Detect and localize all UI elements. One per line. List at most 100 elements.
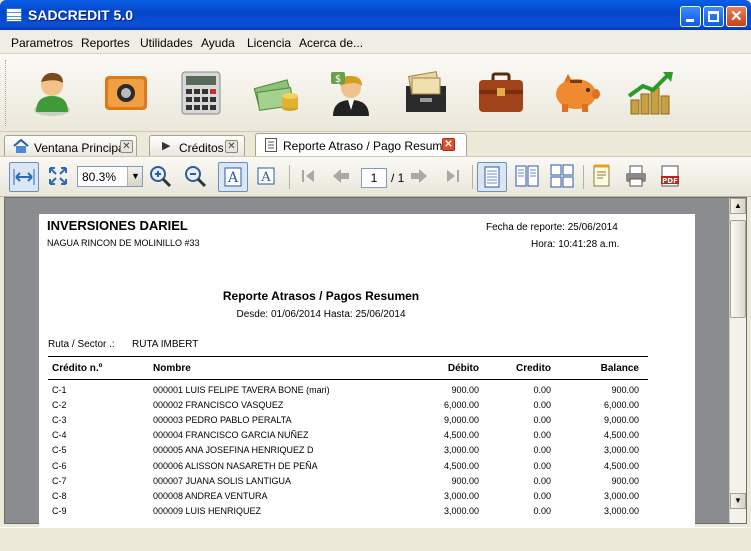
tab-creditos[interactable]: ▶ Créditos ✕: [149, 135, 245, 156]
chevron-down-icon: ▼: [131, 171, 140, 181]
single-page-icon: [484, 166, 500, 188]
single-page-view-button[interactable]: [477, 162, 507, 192]
cell-name: 000005 ANA JOSEFINA HENRIQUEZ D: [153, 445, 314, 456]
cell-credit: C-6: [52, 460, 67, 471]
cell-name: 000002 FRANCISCO VASQUEZ: [153, 400, 284, 411]
home-icon: [13, 139, 29, 153]
zoom-in-icon: [150, 166, 172, 188]
page-number-input[interactable]: 1: [361, 168, 387, 188]
file-cabinet-icon[interactable]: [400, 66, 452, 118]
cell-name: 000003 PEDRO PABLO PERALTA: [153, 415, 292, 426]
page-setup-button[interactable]: [588, 162, 618, 192]
first-page-button[interactable]: [294, 162, 324, 192]
column-header-credit: Crédito n.º: [52, 363, 103, 374]
calculator-icon[interactable]: [175, 66, 227, 118]
viewer-toolbar: 80.3% ▼ A A 1 / 1 PDF: [0, 156, 751, 197]
cell-name: 000004 FRANCISCO GARCIA NUÑEZ: [153, 430, 309, 441]
tab-ventana-principal[interactable]: Ventana Principal ✕: [4, 135, 137, 156]
zoom-select[interactable]: 80.3% ▼: [77, 166, 143, 187]
svg-text:A: A: [260, 170, 271, 185]
scroll-thumb[interactable]: [730, 220, 746, 318]
printer-icon: [626, 165, 646, 187]
cell-credit: C-4: [52, 430, 67, 441]
zoom-out-button[interactable]: [181, 162, 211, 192]
two-page-icon: [515, 165, 539, 187]
menu-utilidades[interactable]: Utilidades: [140, 36, 193, 50]
spreadsheet-icon: [6, 8, 22, 22]
arrow-left-icon: [333, 169, 349, 183]
report-date: Fecha de reporte: 25/06/2014: [486, 222, 618, 233]
cell-name: 000007 JUANA SOLIS LANTIGUA: [153, 475, 292, 486]
maximize-button[interactable]: [703, 6, 724, 27]
vertical-scrollbar[interactable]: ▲ ▼: [729, 198, 746, 523]
column-header-balance: Balance: [600, 363, 639, 374]
close-tab-icon[interactable]: ✕: [120, 140, 133, 153]
close-icon: ✕: [730, 8, 743, 25]
menu-acerca[interactable]: Acerca de...: [299, 36, 363, 50]
tab-reporte-atraso[interactable]: Reporte Atraso / Pago Resumen ✕: [255, 133, 467, 156]
businessman-money-icon[interactable]: $: [325, 66, 377, 118]
close-tab-icon[interactable]: ✕: [225, 140, 238, 153]
toolbar-grip[interactable]: [5, 60, 8, 126]
company-name: INVERSIONES DARIEL: [47, 218, 188, 233]
briefcase-icon[interactable]: [475, 66, 527, 118]
page-setup-icon: [593, 164, 610, 187]
scroll-down-icon[interactable]: ▼: [730, 493, 746, 509]
cell-balance: 3,000.00: [603, 445, 639, 456]
cell-credit-amt: 0.00: [533, 475, 551, 486]
scroll-up-icon[interactable]: ▲: [730, 198, 746, 214]
zoom-in-button[interactable]: [146, 162, 176, 192]
cell-debit: 3,000.00: [443, 490, 479, 501]
menu-bar: Parametros Reportes Utilidades Ayuda Lic…: [0, 30, 751, 54]
title-bar: SADCREDIT 5.0 ✕: [0, 0, 751, 30]
fit-page-icon: [49, 167, 67, 185]
menu-licencia[interactable]: Licencia: [247, 36, 291, 50]
safe-icon[interactable]: [100, 66, 152, 118]
route-value: RUTA IMBERT: [132, 339, 199, 350]
cell-debit: 3,000.00: [443, 505, 479, 516]
cell-balance: 4,500.00: [603, 430, 639, 441]
growth-chart-icon[interactable]: [625, 66, 677, 118]
cell-credit-amt: 0.00: [533, 400, 551, 411]
last-page-button[interactable]: [439, 162, 469, 192]
cell-credit: C-5: [52, 445, 67, 456]
company-address: NAGUA RINCON DE MOLINILLO #33: [47, 238, 200, 248]
text-search-button[interactable]: A: [253, 162, 283, 192]
multi-page-icon: [550, 164, 574, 188]
cell-name: 000009 LUIS HENRIQUEZ: [153, 505, 262, 516]
svg-text:PDF: PDF: [662, 177, 678, 185]
multi-page-view-button[interactable]: [548, 162, 578, 192]
cell-debit: 3,000.00: [443, 445, 479, 456]
piggy-bank-icon[interactable]: [550, 66, 602, 118]
document-tabs: Ventana Principal ✕ ▶ Créditos ✕ Reporte…: [0, 132, 751, 156]
close-tab-icon[interactable]: ✕: [442, 138, 455, 151]
report-viewer[interactable]: INVERSIONES DARIEL NAGUA RINCON DE MOLIN…: [4, 197, 747, 544]
print-button[interactable]: [622, 162, 652, 192]
fit-width-button[interactable]: [9, 162, 39, 192]
separator: [289, 165, 290, 189]
export-pdf-button[interactable]: PDF: [656, 162, 686, 192]
previous-page-button[interactable]: [327, 162, 357, 192]
minimize-button[interactable]: [680, 6, 701, 27]
cell-balance: 9,000.00: [603, 415, 639, 426]
menu-ayuda[interactable]: Ayuda: [201, 36, 235, 50]
cell-debit: 4,500.00: [443, 430, 479, 441]
close-button[interactable]: ✕: [726, 6, 747, 27]
cell-balance: 3,000.00: [603, 490, 639, 501]
text-select-icon: A: [224, 167, 242, 187]
next-page-button[interactable]: [405, 162, 435, 192]
fit-page-button[interactable]: [44, 162, 74, 192]
text-select-button[interactable]: A: [218, 162, 248, 192]
cell-credit-amt: 0.00: [533, 490, 551, 501]
cell-debit: 9,000.00: [443, 415, 479, 426]
menu-parametros[interactable]: Parametros: [11, 36, 73, 50]
cell-balance: 3,000.00: [603, 505, 639, 516]
column-header-debit: Débito: [447, 363, 479, 374]
cell-name: 000008 ANDREA VENTURA: [153, 490, 268, 501]
cell-credit: C-7: [52, 475, 67, 486]
two-page-view-button[interactable]: [513, 162, 543, 192]
money-coins-icon[interactable]: [250, 66, 302, 118]
document-icon: [265, 138, 277, 152]
menu-reportes[interactable]: Reportes: [81, 36, 130, 50]
client-icon[interactable]: [26, 66, 78, 118]
